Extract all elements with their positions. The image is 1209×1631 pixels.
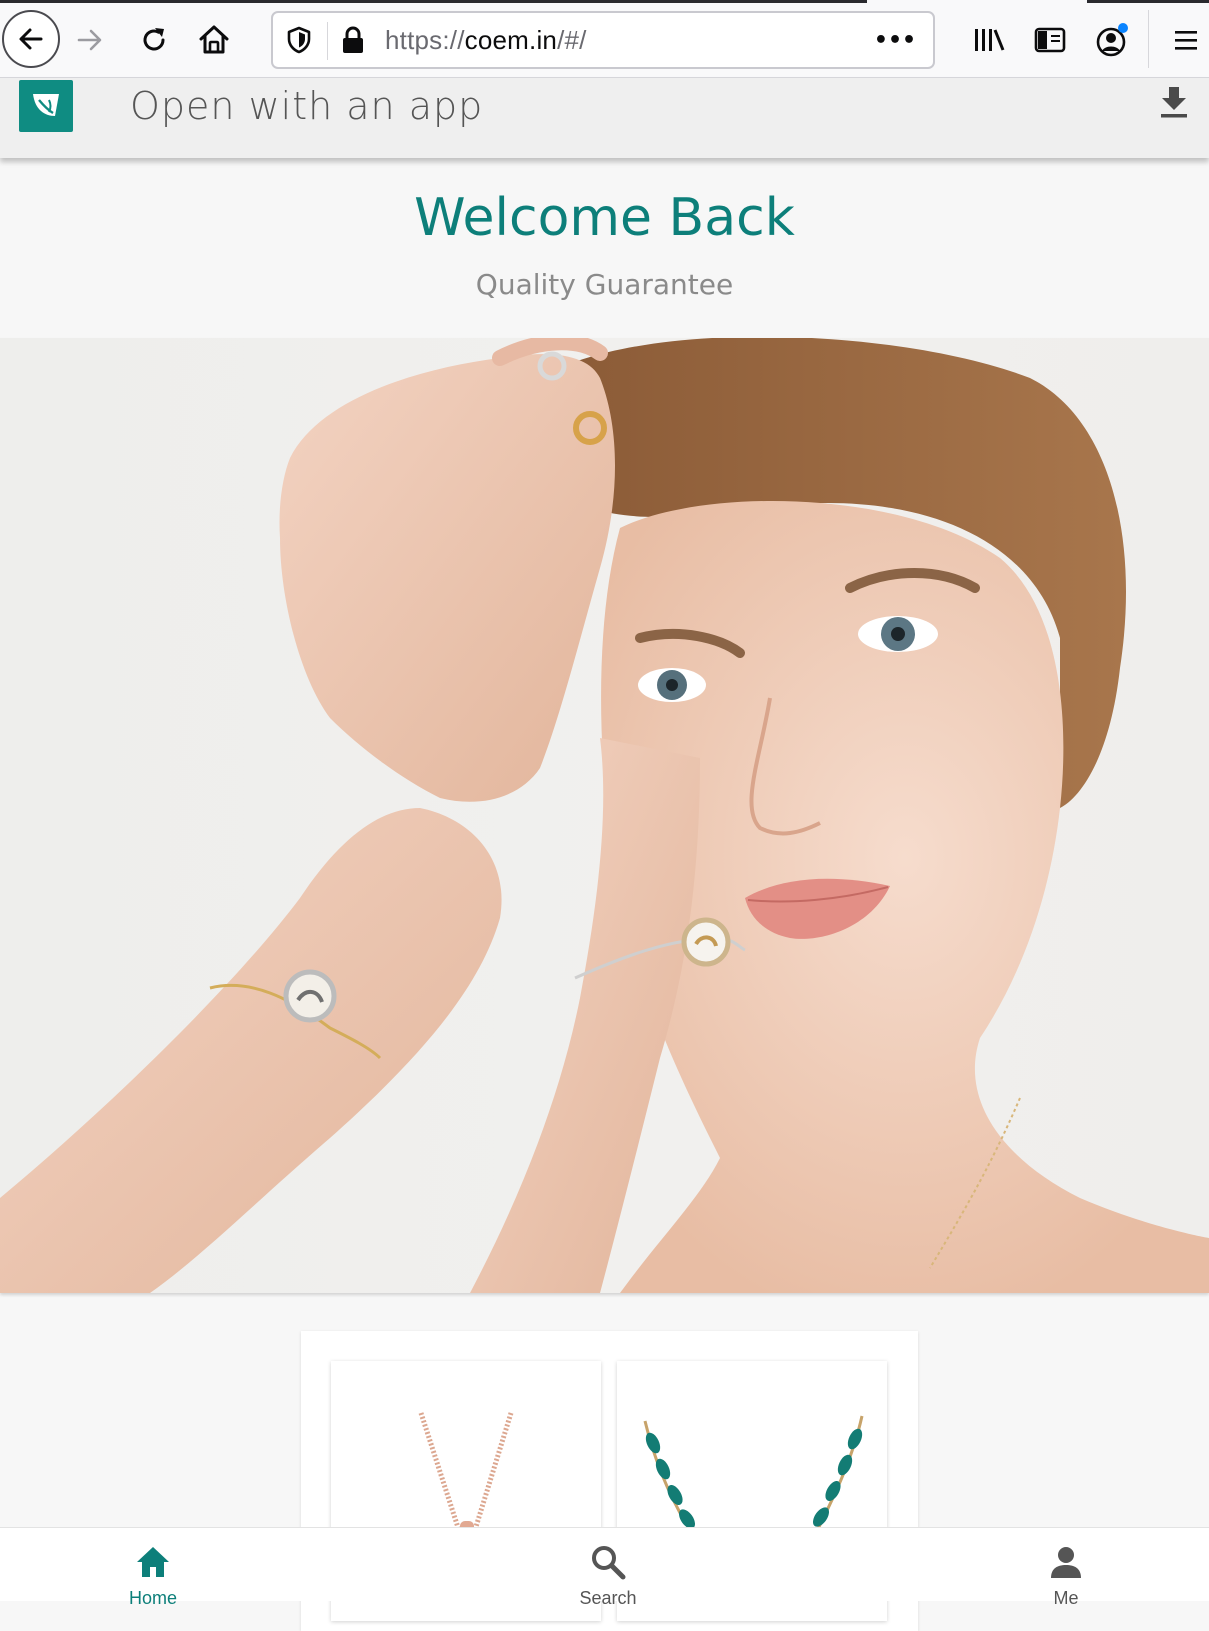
home-button[interactable] bbox=[196, 22, 232, 58]
search-icon bbox=[592, 1546, 626, 1580]
url-bar-separator bbox=[327, 22, 328, 60]
arrow-left-icon bbox=[19, 28, 43, 50]
library-button[interactable] bbox=[970, 22, 1010, 58]
url-bar[interactable]: https://coem.in/#/ ••• bbox=[271, 11, 935, 69]
browser-home-icon bbox=[199, 25, 229, 54]
nav-search[interactable]: Search bbox=[548, 1528, 668, 1608]
sidebar-icon bbox=[1034, 27, 1066, 53]
home-icon bbox=[137, 1547, 169, 1577]
lock-icon bbox=[343, 26, 363, 53]
url-scheme: https:// bbox=[385, 25, 465, 55]
open-with-app-banner[interactable]: Open with an app bbox=[0, 78, 1209, 158]
tab-strip-edge bbox=[0, 0, 1209, 3]
url-text[interactable]: https://coem.in/#/ bbox=[385, 25, 587, 56]
account-button[interactable] bbox=[1091, 20, 1133, 60]
leaf-icon bbox=[33, 94, 59, 116]
reload-button[interactable] bbox=[136, 22, 172, 58]
nav-me[interactable]: Me bbox=[1006, 1528, 1126, 1608]
open-with-app-text: Open with an app bbox=[130, 84, 484, 128]
nav-me-label: Me bbox=[1053, 1588, 1079, 1608]
arrow-right-icon bbox=[77, 29, 102, 51]
download-icon bbox=[1161, 87, 1187, 118]
bottom-navigation: Home Search Me bbox=[0, 1527, 1209, 1608]
page-actions-button[interactable]: ••• bbox=[873, 21, 917, 59]
url-host: coem.in bbox=[464, 25, 558, 55]
site-security-button[interactable] bbox=[337, 23, 369, 57]
welcome-title: Welcome Back bbox=[414, 188, 795, 248]
tracking-protection-button[interactable] bbox=[283, 24, 315, 56]
nav-home-label: Home bbox=[128, 1588, 177, 1608]
nav-home[interactable]: Home bbox=[93, 1528, 213, 1608]
app-logo bbox=[19, 80, 73, 132]
sidebar-button[interactable] bbox=[1030, 22, 1070, 58]
hamburger-menu-icon bbox=[1175, 31, 1197, 50]
download-app-button[interactable] bbox=[1156, 82, 1192, 122]
url-path: /#/ bbox=[557, 25, 587, 55]
back-button[interactable] bbox=[2, 10, 60, 68]
library-icon bbox=[975, 29, 1005, 51]
nav-search-label: Search bbox=[579, 1588, 637, 1608]
forward-button[interactable] bbox=[72, 22, 108, 58]
shield-icon bbox=[287, 26, 311, 54]
welcome-section: Welcome Back Quality Guarantee bbox=[0, 160, 1209, 336]
user-icon bbox=[1051, 1547, 1081, 1578]
reload-icon bbox=[143, 28, 165, 51]
hero-banner[interactable] bbox=[0, 338, 1209, 1293]
welcome-subtitle: Quality Guarantee bbox=[475, 268, 734, 301]
menu-button[interactable] bbox=[1168, 22, 1204, 58]
browser-toolbar: https://coem.in/#/ ••• bbox=[0, 0, 1209, 78]
hero-model-illustration bbox=[0, 338, 1209, 1293]
account-icon bbox=[1096, 23, 1128, 57]
toolbar-divider bbox=[1148, 10, 1149, 68]
